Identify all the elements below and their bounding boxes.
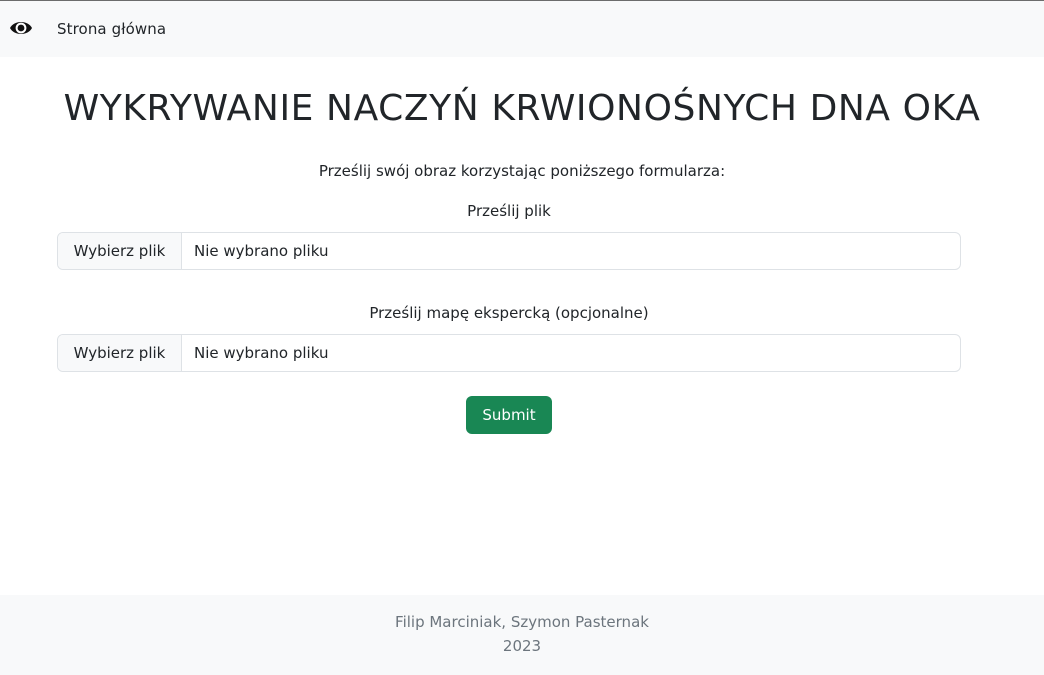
upload-file-input[interactable]: Wybierz plik Nie wybrano pliku	[57, 232, 961, 270]
footer-year: 2023	[502, 637, 542, 655]
footer-authors: Filip Marciniak, Szymon Pasternak	[395, 613, 649, 631]
choose-file-button[interactable]: Wybierz plik	[58, 233, 182, 269]
upload-expert-map-label: Prześlij mapę ekspercką (opcjonalne)	[369, 304, 649, 322]
choose-expert-map-button[interactable]: Wybierz plik	[58, 335, 182, 371]
expert-map-status-text: Nie wybrano pliku	[194, 344, 329, 362]
file-status-text: Nie wybrano pliku	[194, 242, 329, 260]
eye-icon[interactable]	[9, 18, 33, 38]
upload-file-label: Prześlij plik	[467, 202, 551, 220]
nav-link-home[interactable]: Strona główna	[57, 19, 166, 39]
footer: Filip Marciniak, Szymon Pasternak 2023	[0, 595, 1044, 675]
submit-button[interactable]: Submit	[466, 396, 552, 434]
navbar: Strona główna	[0, 0, 1044, 57]
upload-expert-map-input[interactable]: Wybierz plik Nie wybrano pliku	[57, 334, 961, 372]
form-instructions: Prześlij swój obraz korzystając poniższe…	[318, 162, 726, 180]
page: Strona główna WYKRYWANIE NACZYŃ KRWIONOŚ…	[0, 0, 1044, 675]
page-title: WYKRYWANIE NACZYŃ KRWIONOŚNYCH DNA OKA	[63, 88, 981, 129]
